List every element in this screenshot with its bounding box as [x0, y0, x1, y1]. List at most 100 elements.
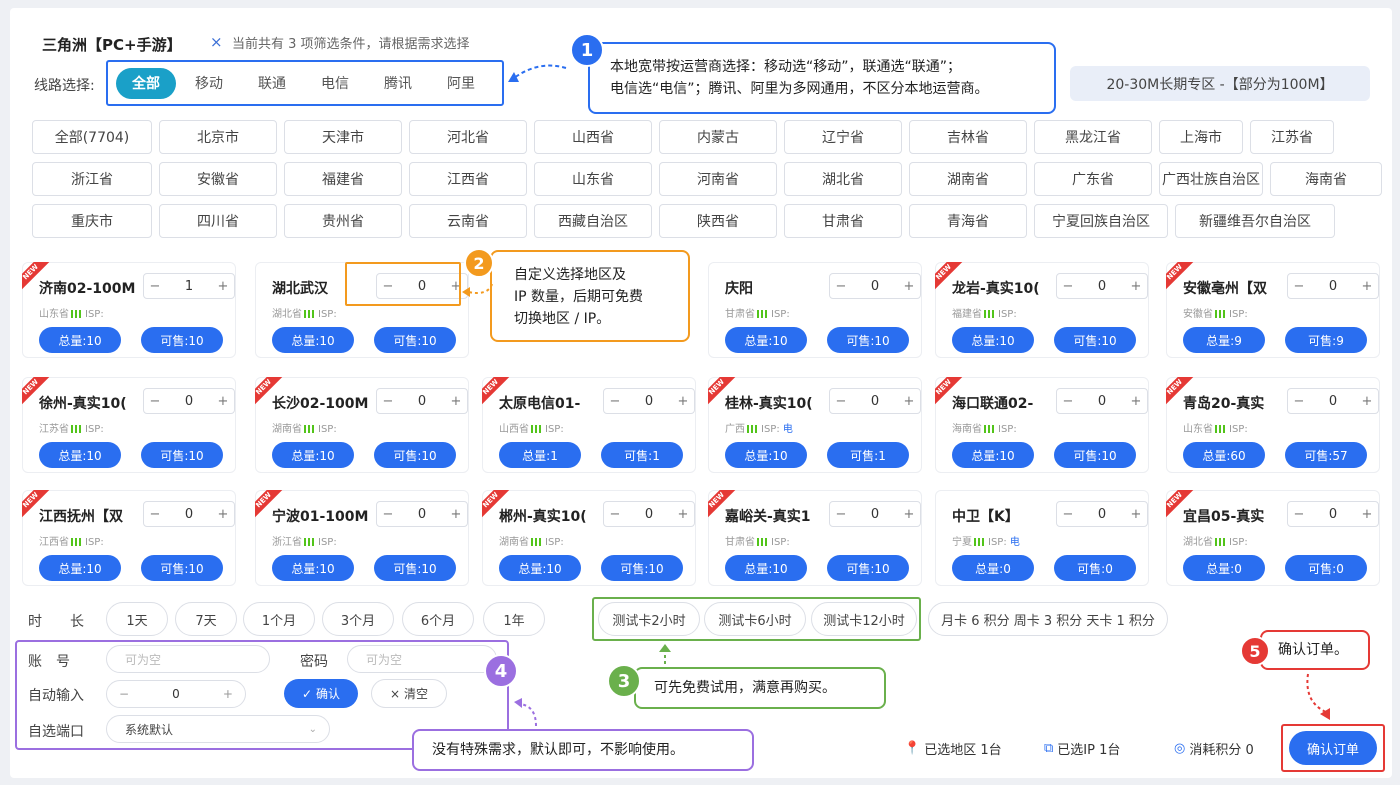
- isp-option-ali[interactable]: 阿里: [431, 67, 491, 99]
- duration-1-day[interactable]: 1天: [106, 602, 168, 636]
- region-row2-item-1[interactable]: 安徽省: [159, 162, 277, 196]
- region-row3-item-7[interactable]: 青海省: [909, 204, 1027, 238]
- region-row1-item-2[interactable]: 天津市: [284, 120, 402, 154]
- ip-quantity-stepper[interactable]: − 0 +: [143, 388, 235, 414]
- confirm-order-button[interactable]: 确认订单: [1289, 731, 1377, 765]
- quantity-minus-button[interactable]: −: [604, 507, 626, 522]
- duration-3-months[interactable]: 3个月: [322, 602, 394, 636]
- ip-quantity-stepper[interactable]: − 0 +: [829, 388, 921, 414]
- quantity-plus-button[interactable]: +: [445, 394, 467, 409]
- ip-quantity-stepper[interactable]: − 0 +: [1056, 501, 1148, 527]
- quantity-plus-button[interactable]: +: [212, 279, 234, 294]
- region-row2-item-4[interactable]: 山东省: [534, 162, 652, 196]
- quantity-minus-button[interactable]: −: [1057, 279, 1079, 294]
- isp-option-unicom[interactable]: 联通: [242, 67, 302, 99]
- region-row2-item-2[interactable]: 福建省: [284, 162, 402, 196]
- duration-1-month[interactable]: 1个月: [243, 602, 315, 636]
- password-input[interactable]: 可为空: [347, 645, 497, 673]
- region-row2-item-9[interactable]: 广西壮族自治区: [1159, 162, 1263, 196]
- port-select[interactable]: 系统默认 ⌄: [106, 715, 330, 743]
- clear-filters-icon[interactable]: ×: [210, 33, 223, 51]
- region-row1-item-4[interactable]: 山西省: [534, 120, 652, 154]
- region-row2-item-8[interactable]: 广东省: [1034, 162, 1152, 196]
- region-row2-item-10[interactable]: 海南省: [1270, 162, 1382, 196]
- quantity-minus-button[interactable]: −: [1057, 507, 1079, 522]
- region-row3-item-5[interactable]: 陕西省: [659, 204, 777, 238]
- quantity-minus-button[interactable]: −: [144, 279, 166, 294]
- isp-option-mobile[interactable]: 移动: [179, 67, 239, 99]
- ip-quantity-stepper[interactable]: − 0 +: [829, 273, 921, 299]
- quantity-plus-button[interactable]: +: [672, 507, 694, 522]
- region-row2-item-6[interactable]: 湖北省: [784, 162, 902, 196]
- region-row1-item-7[interactable]: 吉林省: [909, 120, 1027, 154]
- quantity-plus-button[interactable]: +: [1356, 507, 1378, 522]
- quantity-minus-button[interactable]: −: [604, 394, 626, 409]
- auto-input-minus[interactable]: −: [119, 687, 129, 701]
- ip-quantity-stepper[interactable]: − 0 +: [1056, 388, 1148, 414]
- region-row3-item-3[interactable]: 云南省: [409, 204, 527, 238]
- quantity-plus-button[interactable]: +: [898, 507, 920, 522]
- quantity-plus-button[interactable]: +: [445, 507, 467, 522]
- ip-quantity-stepper[interactable]: − 0 +: [1287, 501, 1379, 527]
- quantity-plus-button[interactable]: +: [1125, 394, 1147, 409]
- ip-quantity-stepper[interactable]: − 0 +: [376, 501, 468, 527]
- region-row1-item-9[interactable]: 上海市: [1159, 120, 1243, 154]
- ip-quantity-stepper[interactable]: − 0 +: [1287, 273, 1379, 299]
- quantity-minus-button[interactable]: −: [1288, 394, 1310, 409]
- duration-7-days[interactable]: 7天: [175, 602, 237, 636]
- quantity-minus-button[interactable]: −: [1057, 394, 1079, 409]
- isp-option-telecom[interactable]: 电信: [305, 67, 365, 99]
- region-row1-item-5[interactable]: 内蒙古: [659, 120, 777, 154]
- region-row1-item-3[interactable]: 河北省: [409, 120, 527, 154]
- region-row3-item-6[interactable]: 甘肃省: [784, 204, 902, 238]
- auto-input-plus[interactable]: +: [223, 687, 233, 701]
- quantity-plus-button[interactable]: +: [212, 394, 234, 409]
- ip-quantity-stepper[interactable]: − 0 +: [603, 388, 695, 414]
- quantity-minus-button[interactable]: −: [377, 394, 399, 409]
- region-row1-item-6[interactable]: 辽宁省: [784, 120, 902, 154]
- region-row3-item-2[interactable]: 贵州省: [284, 204, 402, 238]
- region-row1-item-0[interactable]: 全部(7704): [32, 120, 152, 154]
- quantity-plus-button[interactable]: +: [1125, 279, 1147, 294]
- quantity-minus-button[interactable]: −: [1288, 507, 1310, 522]
- isp-option-tencent[interactable]: 腾讯: [368, 67, 428, 99]
- region-row3-item-0[interactable]: 重庆市: [32, 204, 152, 238]
- ip-quantity-stepper[interactable]: − 0 +: [1287, 388, 1379, 414]
- duration-6-months[interactable]: 6个月: [402, 602, 474, 636]
- quantity-minus-button[interactable]: −: [144, 507, 166, 522]
- quantity-plus-button[interactable]: +: [1125, 507, 1147, 522]
- quantity-minus-button[interactable]: −: [830, 279, 852, 294]
- ip-quantity-stepper[interactable]: − 0 +: [376, 388, 468, 414]
- quantity-plus-button[interactable]: +: [1356, 394, 1378, 409]
- quantity-plus-button[interactable]: +: [898, 394, 920, 409]
- ip-quantity-stepper[interactable]: − 0 +: [1056, 273, 1148, 299]
- ip-quantity-stepper[interactable]: − 0 +: [829, 501, 921, 527]
- auto-input-stepper[interactable]: − 0 +: [106, 680, 246, 708]
- quantity-plus-button[interactable]: +: [672, 394, 694, 409]
- confirm-button[interactable]: ✓ 确认: [284, 679, 358, 708]
- quantity-minus-button[interactable]: −: [830, 394, 852, 409]
- trial-12-hours[interactable]: 测试卡12小时: [811, 602, 917, 636]
- trial-6-hours[interactable]: 测试卡6小时: [704, 602, 806, 636]
- region-row2-item-7[interactable]: 湖南省: [909, 162, 1027, 196]
- region-row2-item-0[interactable]: 浙江省: [32, 162, 152, 196]
- quantity-plus-button[interactable]: +: [1356, 279, 1378, 294]
- region-row3-item-1[interactable]: 四川省: [159, 204, 277, 238]
- region-row1-item-10[interactable]: 江苏省: [1250, 120, 1334, 154]
- isp-option-all[interactable]: 全部: [116, 67, 176, 99]
- clear-button[interactable]: × 清空: [371, 679, 447, 708]
- ip-quantity-stepper[interactable]: − 0 +: [143, 501, 235, 527]
- region-row2-item-5[interactable]: 河南省: [659, 162, 777, 196]
- duration-1-year[interactable]: 1年: [483, 602, 545, 636]
- quantity-minus-button[interactable]: −: [144, 394, 166, 409]
- region-row3-item-8[interactable]: 宁夏回族自治区: [1034, 204, 1168, 238]
- region-row3-item-4[interactable]: 西藏自治区: [534, 204, 652, 238]
- trial-2-hours[interactable]: 测试卡2小时: [598, 602, 700, 636]
- quantity-plus-button[interactable]: +: [212, 507, 234, 522]
- region-row3-item-9[interactable]: 新疆维吾尔自治区: [1175, 204, 1335, 238]
- account-input[interactable]: 可为空: [106, 645, 270, 673]
- region-row1-item-1[interactable]: 北京市: [159, 120, 277, 154]
- quantity-plus-button[interactable]: +: [898, 279, 920, 294]
- quantity-minus-button[interactable]: −: [1288, 279, 1310, 294]
- zone-button[interactable]: 20-30M长期专区 -【部分为100M】: [1070, 66, 1370, 101]
